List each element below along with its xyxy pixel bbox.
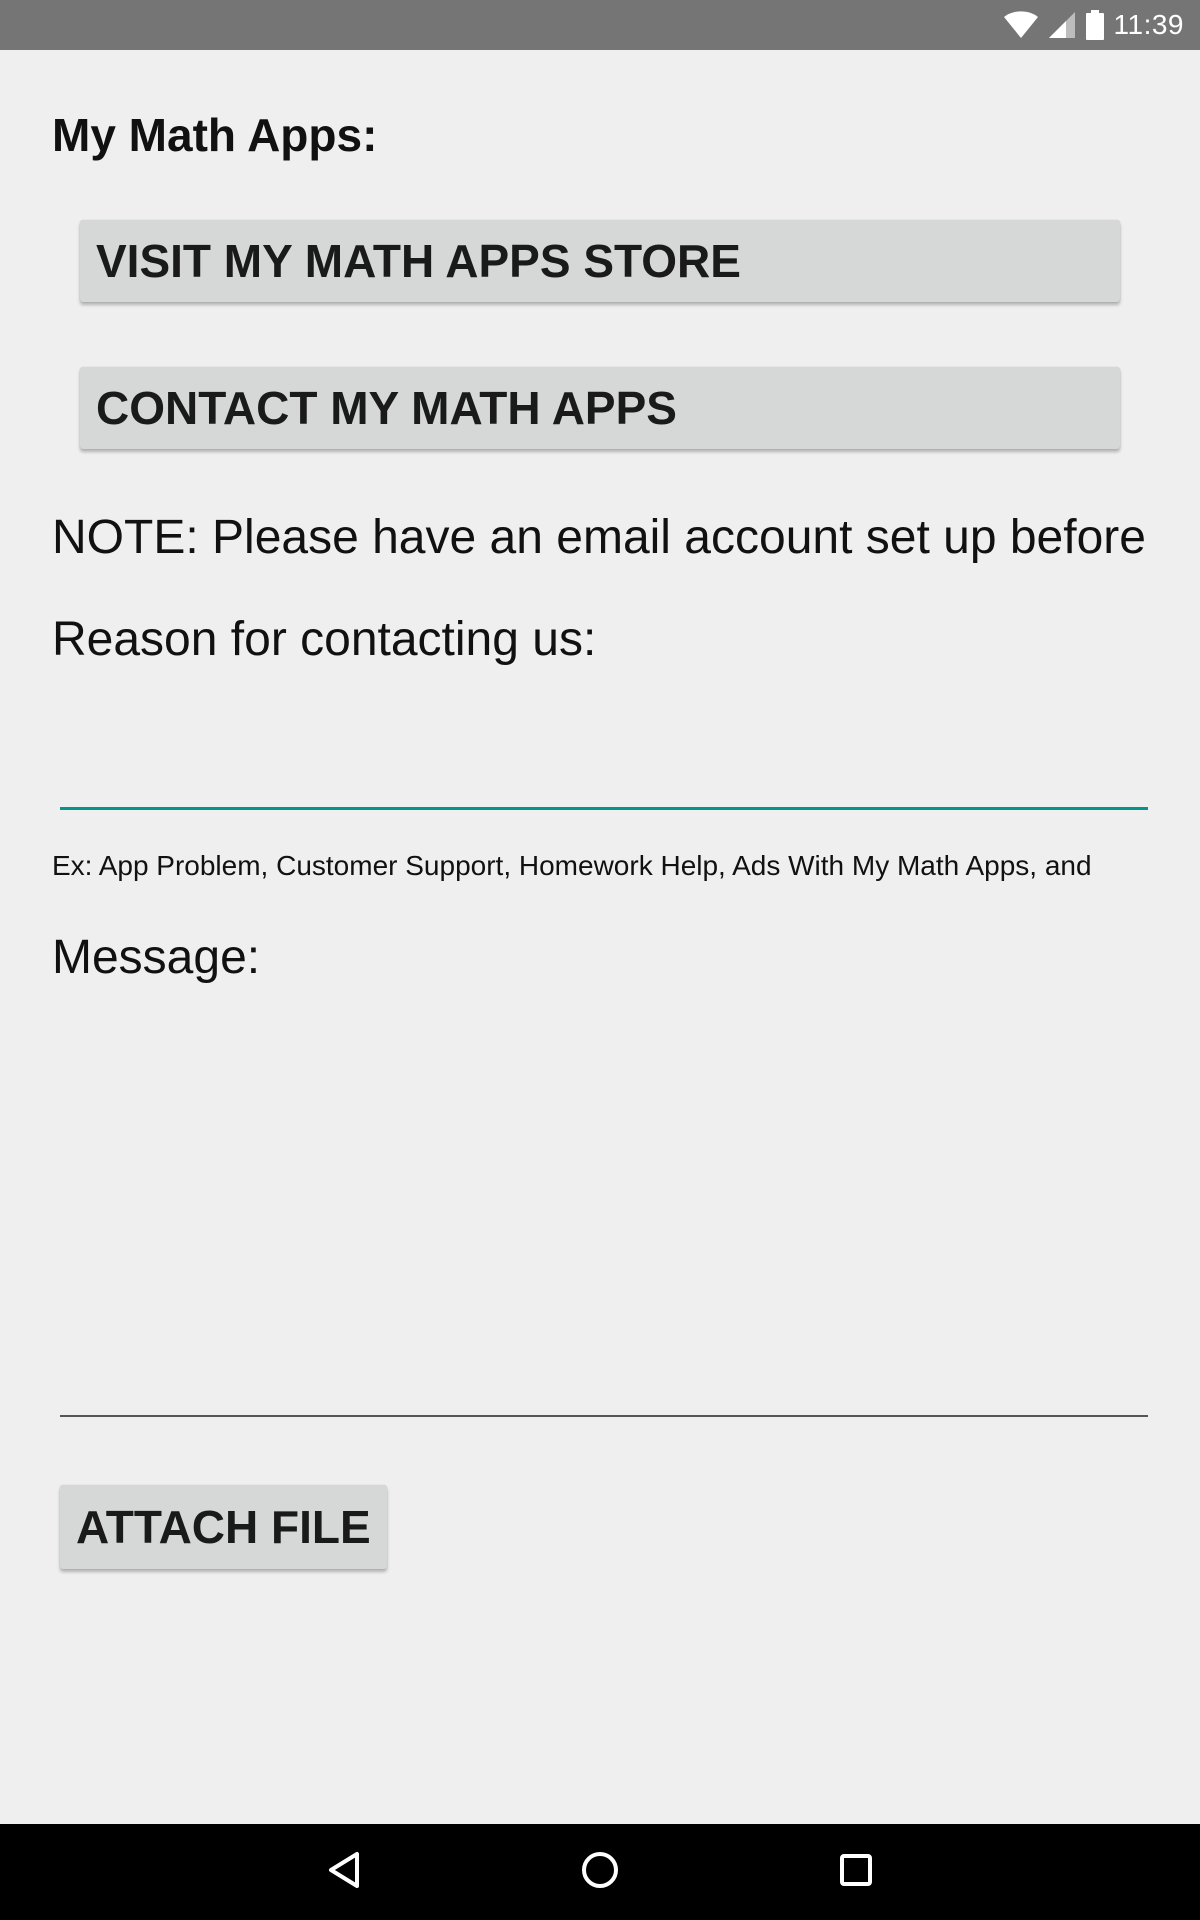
- status-icons: 11:39: [1003, 0, 1185, 50]
- wifi-icon: [1003, 11, 1038, 39]
- status-time: 11:39: [1113, 9, 1184, 40]
- back-icon: [326, 1850, 362, 1895]
- reason-label: Reason for contacting us:: [52, 613, 597, 666]
- battery-icon: [1085, 10, 1104, 40]
- reason-hint-container: Ex: App Problem, Customer Support, Homew…: [52, 846, 1148, 886]
- recents-icon: [838, 1852, 874, 1893]
- home-icon: [580, 1850, 620, 1895]
- note-container: NOTE: Please have an email account set u…: [52, 505, 1148, 571]
- home-button[interactable]: [540, 1824, 660, 1920]
- navigation-bar: [0, 1824, 1200, 1920]
- reason-hint: Ex: App Problem, Customer Support, Homew…: [52, 850, 1092, 881]
- reason-input[interactable]: [60, 730, 1148, 810]
- message-input[interactable]: [60, 1000, 1148, 1417]
- status-bar: 11:39: [0, 0, 1200, 50]
- recents-button[interactable]: [796, 1824, 916, 1920]
- page-title: My Math Apps:: [52, 109, 378, 161]
- visit-store-button[interactable]: VISIT MY MATH APPS STORE: [80, 220, 1120, 302]
- cell-signal-icon: [1048, 11, 1076, 39]
- attach-file-button[interactable]: ATTACH FILE: [60, 1485, 387, 1569]
- note-text: NOTE: Please have an email account set u…: [52, 511, 1146, 564]
- contact-button[interactable]: CONTACT MY MATH APPS: [80, 367, 1120, 449]
- message-label: Message:: [52, 931, 261, 984]
- back-button[interactable]: [284, 1824, 404, 1920]
